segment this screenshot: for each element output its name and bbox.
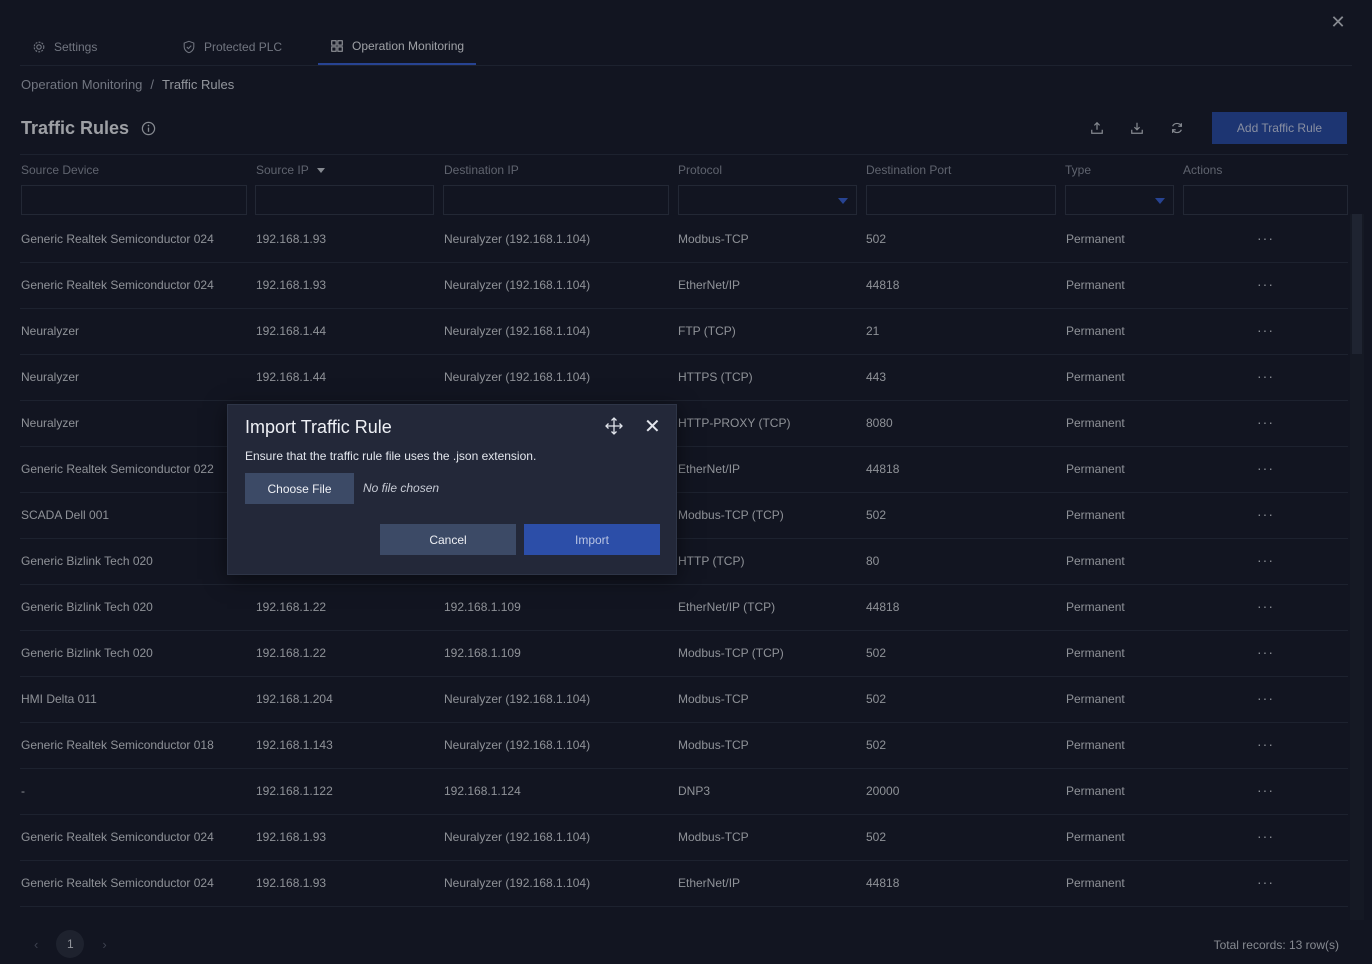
file-status: No file chosen (363, 481, 440, 495)
move-icon[interactable] (604, 416, 624, 436)
dialog-title: Import Traffic Rule (245, 417, 392, 437)
modal-overlay (0, 0, 1372, 964)
import-submit-button[interactable]: Import (524, 524, 660, 555)
cancel-button[interactable]: Cancel (380, 524, 516, 555)
choose-file-button[interactable]: Choose File (245, 473, 354, 504)
import-traffic-rule-dialog: Import Traffic Rule ✕ Ensure that the tr… (227, 404, 677, 575)
dialog-close-button[interactable]: ✕ (644, 414, 661, 439)
dialog-message: Ensure that the traffic rule file uses t… (245, 449, 537, 463)
